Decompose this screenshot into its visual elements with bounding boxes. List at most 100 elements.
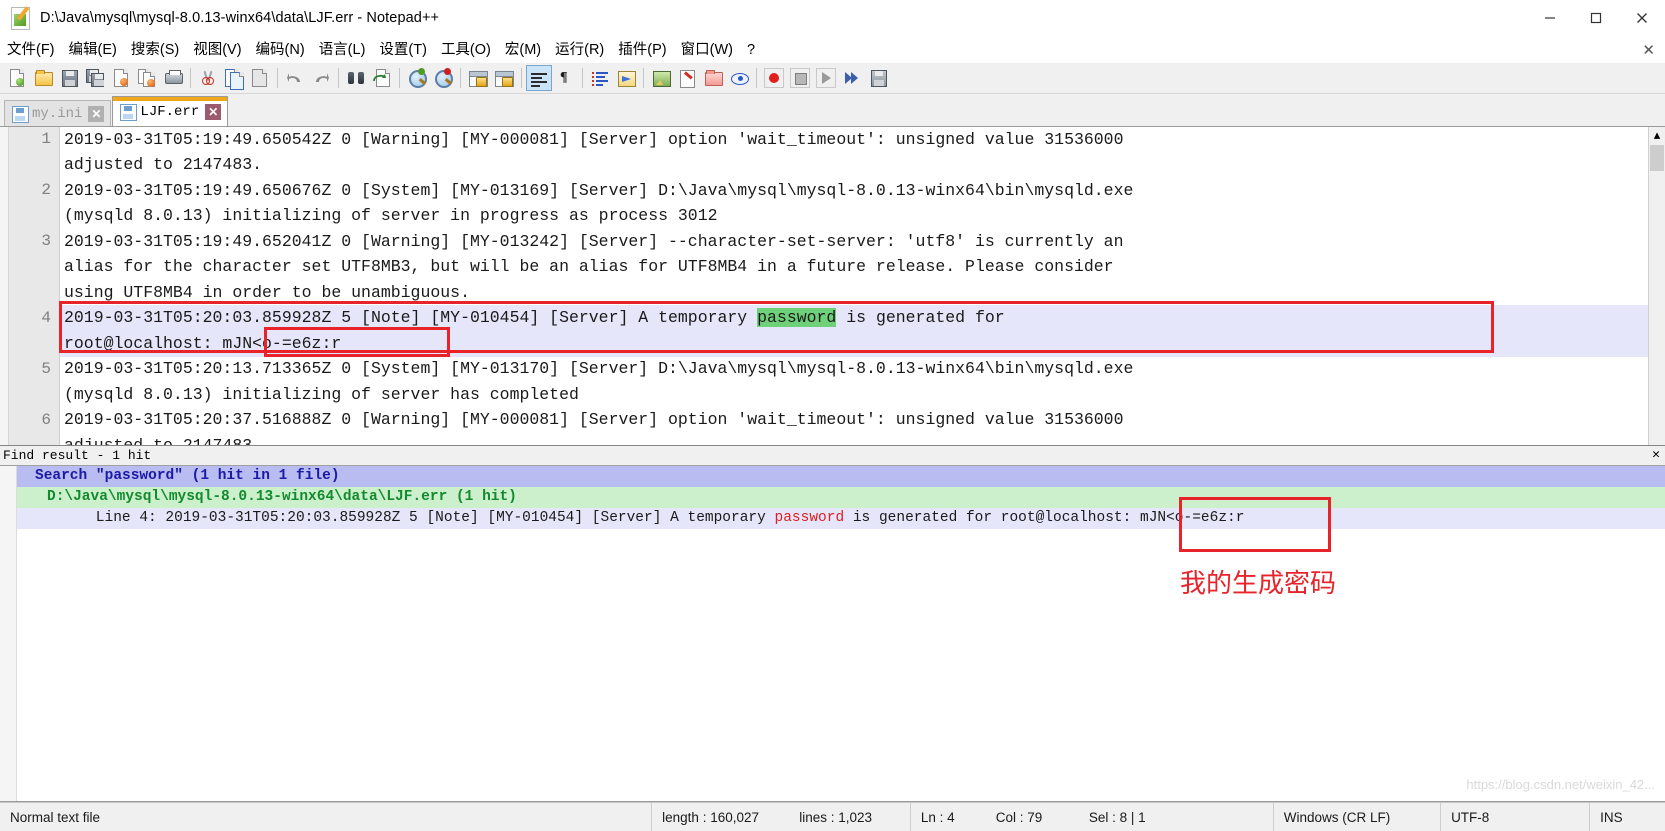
status-eol: Windows (CR LF): [1272, 803, 1440, 831]
minimize-button[interactable]: [1527, 0, 1573, 36]
menu-view[interactable]: 视图(V): [186, 38, 248, 62]
menu-language[interactable]: 语言(L): [312, 38, 373, 62]
find-result-title: Find result - 1 hit: [3, 448, 152, 463]
line-number: 4: [41, 309, 51, 327]
close-document-button[interactable]: ✕: [1642, 41, 1655, 59]
run-macro-multiple-icon[interactable]: [839, 65, 865, 91]
editor-line: (mysqld 8.0.13) initializing of server i…: [64, 206, 718, 225]
monitoring-icon[interactable]: [726, 65, 752, 91]
menu-window[interactable]: 窗口(W): [674, 38, 740, 62]
find-icon[interactable]: [343, 65, 369, 91]
menu-tools[interactable]: 工具(O): [434, 38, 498, 62]
stop-macro-icon[interactable]: [787, 65, 813, 91]
menu-file[interactable]: 文件(F): [0, 38, 62, 62]
maximize-button[interactable]: [1573, 0, 1619, 36]
zoom-out-icon[interactable]: [430, 65, 456, 91]
toolbar: ¶: [0, 63, 1665, 94]
sync-vertical-scroll-icon[interactable]: [465, 65, 491, 91]
annotation-text: 我的生成密码: [1180, 569, 1337, 599]
toolbar-separator: [582, 68, 583, 88]
line-number: 6: [41, 411, 51, 429]
line-number: 2: [41, 181, 51, 199]
close-button[interactable]: [1619, 0, 1665, 36]
undo-icon[interactable]: [282, 65, 308, 91]
title-bar: D:\Java\mysql\mysql-8.0.13-winx64\data\L…: [0, 0, 1665, 37]
toolbar-separator: [521, 68, 522, 88]
file-icon: [12, 106, 29, 123]
hit-suffix: is generated for root@localhost: mJN<o-=…: [844, 510, 1245, 526]
new-file-icon[interactable]: [4, 65, 30, 91]
toolbar-separator: [338, 68, 339, 88]
show-all-characters-icon[interactable]: ¶: [552, 65, 578, 91]
find-result-panel[interactable]: − Search "password" (1 hit in 1 file) − …: [0, 466, 1665, 802]
menu-settings[interactable]: 设置(T): [372, 38, 434, 62]
menu-help[interactable]: ?: [740, 38, 762, 62]
menu-run[interactable]: 运行(R): [548, 38, 611, 62]
menu-encoding[interactable]: 编码(N): [249, 38, 312, 62]
find-result-search-row[interactable]: Search "password" (1 hit in 1 file): [17, 466, 1665, 487]
word-wrap-icon[interactable]: [526, 65, 552, 91]
close-file-icon[interactable]: [108, 65, 134, 91]
search-match-highlight: password: [757, 308, 837, 327]
window-controls: [1527, 0, 1665, 36]
save-all-icon[interactable]: [82, 65, 108, 91]
editor-line: 2019-03-31T05:20:37.516888Z 0 [Warning] …: [64, 410, 1124, 429]
print-icon[interactable]: [160, 65, 186, 91]
tab-ljf-err[interactable]: LJF.err ✕: [112, 96, 229, 126]
record-macro-icon[interactable]: [761, 65, 787, 91]
save-macro-icon[interactable]: [865, 65, 891, 91]
menu-plugins[interactable]: 插件(P): [611, 38, 673, 62]
text-editor[interactable]: 1 2 3 4 5 6 2019-03-31T05:19:49.650542Z …: [0, 126, 1665, 445]
watermark-text: https://blog.csdn.net/weixin_42...: [1466, 777, 1655, 792]
menu-edit[interactable]: 编辑(E): [62, 38, 124, 62]
scrollbar-thumb[interactable]: [1650, 145, 1664, 171]
hit-match: password: [774, 510, 845, 526]
open-file-icon[interactable]: [30, 65, 56, 91]
editor-content[interactable]: 2019-03-31T05:19:49.650542Z 0 [Warning] …: [60, 127, 1648, 445]
cut-icon[interactable]: [195, 65, 221, 91]
editor-line: adjusted to 2147483.: [64, 155, 263, 174]
tab-my-ini[interactable]: my.ini ✕: [4, 100, 112, 126]
play-macro-icon[interactable]: [813, 65, 839, 91]
tab-label: my.ini: [32, 105, 83, 122]
window-title: D:\Java\mysql\mysql-8.0.13-winx64\data\L…: [40, 10, 440, 26]
editor-line: 2019-03-31T05:20:13.713365Z 0 [System] […: [64, 359, 1134, 378]
copy-icon[interactable]: [221, 65, 247, 91]
editor-line: 2019-03-31T05:19:49.650676Z 0 [System] […: [64, 181, 1134, 200]
editor-line: (mysqld 8.0.13) initializing of server h…: [64, 385, 579, 404]
paste-icon[interactable]: [247, 65, 273, 91]
find-result-close-icon[interactable]: ✕: [1649, 447, 1660, 462]
tab-close-icon[interactable]: ✕: [205, 103, 222, 120]
redo-icon[interactable]: [308, 65, 334, 91]
document-map-icon[interactable]: [648, 65, 674, 91]
menu-bar: 文件(F) 编辑(E) 搜索(S) 视图(V) 编码(N) 语言(L) 设置(T…: [0, 37, 1665, 63]
toolbar-separator: [460, 68, 461, 88]
line-text-part: is generated for: [836, 308, 1005, 327]
save-icon[interactable]: [56, 65, 82, 91]
replace-icon[interactable]: [369, 65, 395, 91]
menu-search[interactable]: 搜索(S): [124, 38, 186, 62]
find-result-hit-row[interactable]: Line 4: 2019-03-31T05:20:03.859928Z 5 [N…: [17, 508, 1665, 529]
find-result-gutter: [0, 466, 17, 801]
sync-horizontal-scroll-icon[interactable]: [491, 65, 517, 91]
line-number: 3: [41, 232, 51, 250]
close-all-files-icon[interactable]: [134, 65, 160, 91]
scroll-up-icon[interactable]: ▴: [1649, 127, 1665, 143]
find-result-file-row[interactable]: D:\Java\mysql\mysql-8.0.13-winx64\data\L…: [17, 487, 1665, 508]
status-encoding: UTF-8: [1440, 803, 1589, 831]
editor-line-highlighted: 2019-03-31T05:20:03.859928Z 5 [Note] [MY…: [60, 305, 1648, 331]
editor-vertical-scrollbar[interactable]: ▴: [1648, 127, 1665, 445]
find-result-list[interactable]: − Search "password" (1 hit in 1 file) − …: [17, 466, 1665, 801]
line-number-gutter: 1 2 3 4 5 6: [9, 127, 60, 445]
folder-as-workspace-icon[interactable]: [700, 65, 726, 91]
menu-macro[interactable]: 宏(M): [498, 38, 548, 62]
line-number: 5: [41, 360, 51, 378]
user-defined-dialog-icon[interactable]: [613, 65, 639, 91]
editor-line: adjusted to 2147483.: [60, 433, 1648, 445]
editor-bookmark-margin: [0, 127, 9, 445]
toolbar-separator: [756, 68, 757, 88]
indent-guide-icon[interactable]: [587, 65, 613, 91]
zoom-in-icon[interactable]: [404, 65, 430, 91]
function-list-icon[interactable]: [674, 65, 700, 91]
tab-close-icon[interactable]: ✕: [88, 105, 105, 122]
